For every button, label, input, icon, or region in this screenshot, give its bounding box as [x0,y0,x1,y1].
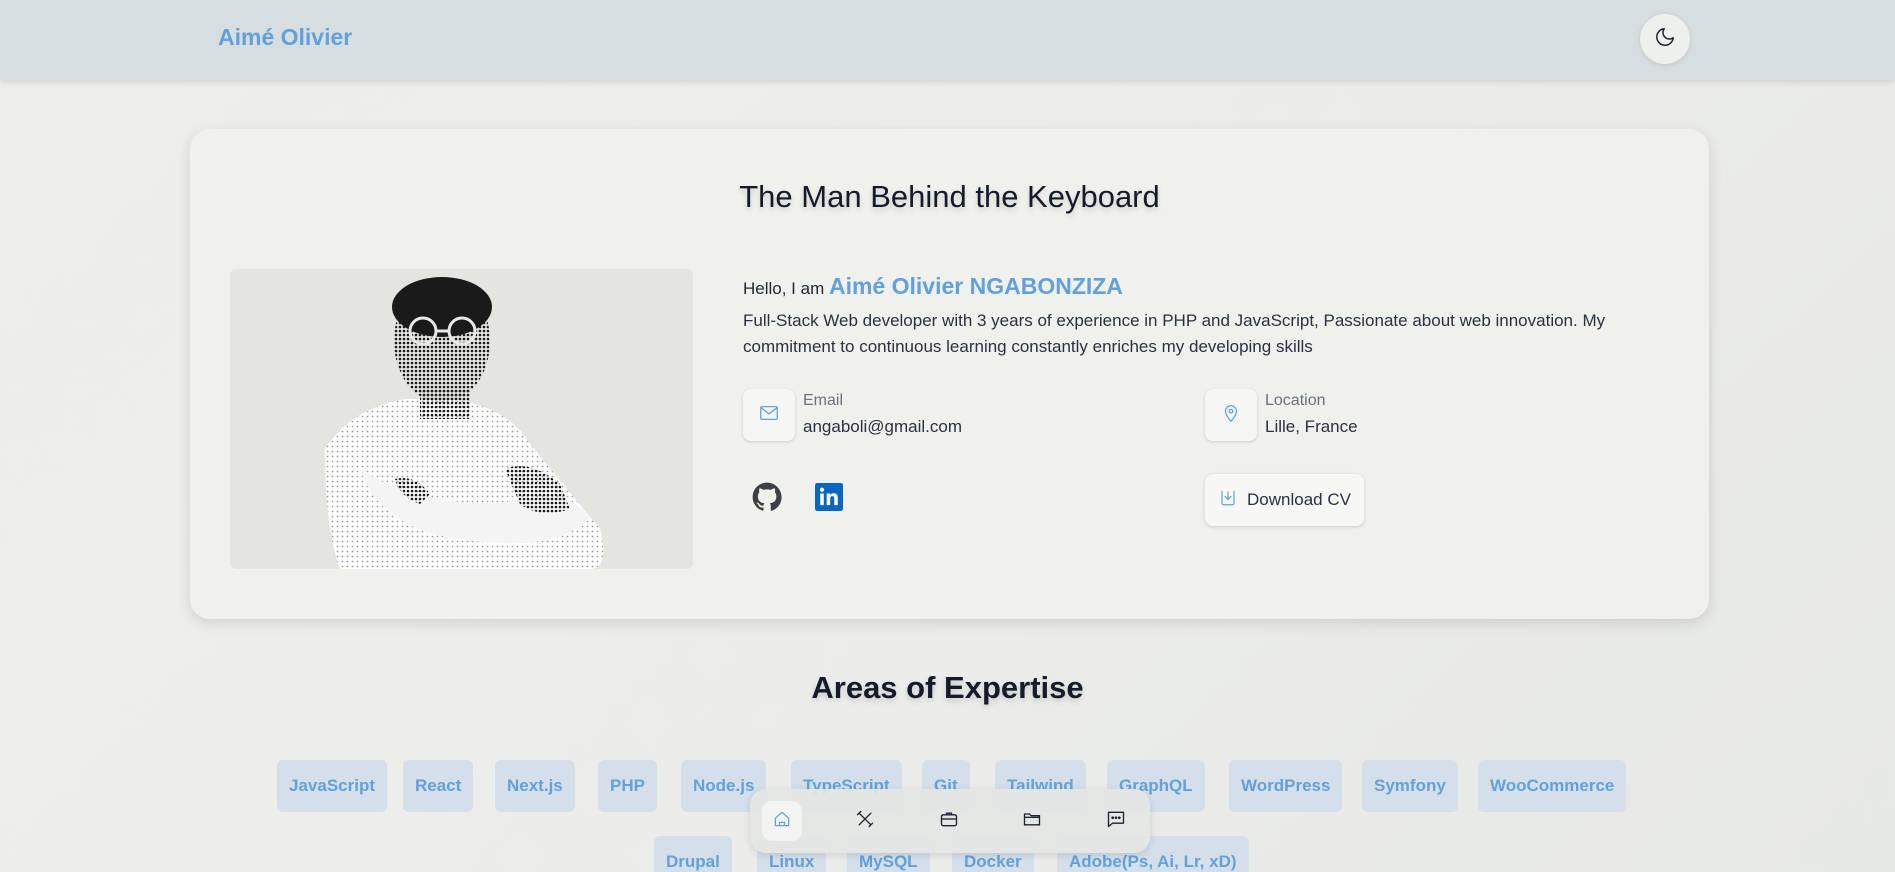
download-cv-button[interactable]: Download CV [1205,474,1364,526]
skill-chip: PHP [598,760,657,812]
dock-home-button[interactable] [762,801,802,841]
download-icon [1219,489,1237,512]
location-label: Location [1265,392,1326,409]
briefcase-icon [939,809,959,834]
download-cv-label: Download CV [1247,490,1351,509]
skill-chip: Symfony [1362,760,1458,812]
folder-icon [1022,809,1042,834]
skill-chip: WooCommerce [1478,760,1627,812]
skill-chip: Drupal [654,836,732,872]
skill-chip: React [403,760,474,812]
full-name: Aimé Olivier NGABONZIZA [828,273,1123,299]
linkedin-icon [815,482,843,516]
skill-chip: WordPress [1229,760,1343,812]
moon-icon [1654,26,1676,53]
email-icon-box [743,389,795,441]
brand-logo[interactable]: Aimé Olivier [218,24,352,51]
dock-projects-button[interactable] [1012,801,1052,841]
theme-toggle-button[interactable] [1640,14,1690,64]
dock-skills-button[interactable] [845,801,885,841]
bio-text: Full-Stack Web developer with 3 years of… [743,311,1606,356]
mail-icon [758,402,780,429]
map-pin-icon [1220,402,1242,429]
skill-chip: JavaScript [277,760,387,812]
linkedin-link[interactable] [812,482,846,516]
message-icon [1106,809,1126,834]
greeting-text: Hello, I am [743,279,825,298]
top-navbar: Aimé Olivier [0,0,1895,80]
dock-contact-button[interactable] [1096,801,1136,841]
greeting-line: Hello, I am Aimé Olivier NGABONZIZA [743,273,1613,300]
profile-photo [230,269,693,569]
bottom-dock-nav [750,789,1150,853]
expertise-title: Areas of Expertise [811,670,1084,705]
github-link[interactable] [750,482,784,516]
about-title: The Man Behind the Keyboard [739,179,1160,214]
location-icon-box [1205,389,1257,441]
intro-text: Hello, I am Aimé Olivier NGABONZIZA Full… [743,273,1613,360]
email-value[interactable]: angaboli@gmail.com [803,417,962,437]
home-icon [772,809,792,834]
location-value: Lille, France [1265,417,1358,436]
email-label: Email [803,392,844,409]
about-card: The Man Behind the Keyboard Hello, I am … [190,129,1709,619]
skill-chip: Next.js [495,760,575,812]
github-icon [752,482,782,517]
tools-icon [855,809,875,834]
dock-experience-button[interactable] [929,801,969,841]
